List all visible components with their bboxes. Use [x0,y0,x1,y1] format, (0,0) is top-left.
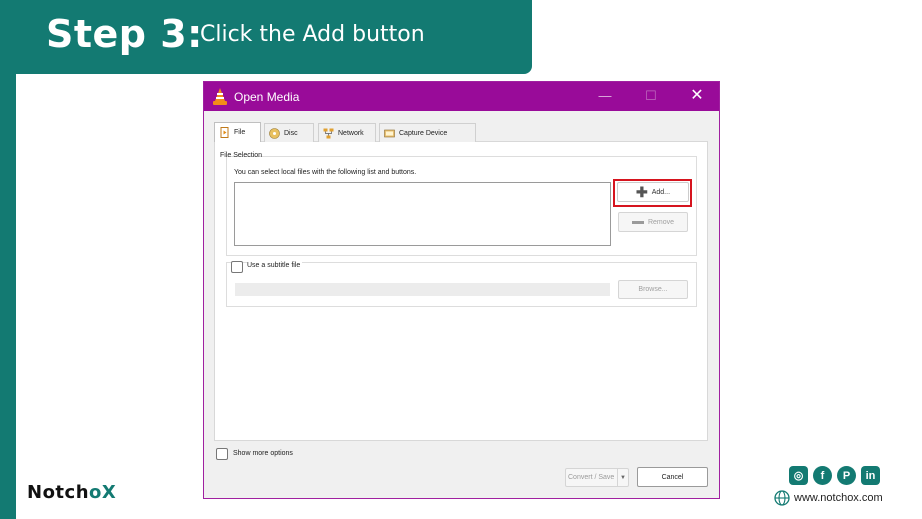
step-instruction: Click the Add button [200,22,425,47]
notchox-logo: NotchoX [27,482,116,503]
cancel-button-label: Cancel [661,473,684,481]
window-title: Open Media [234,90,300,104]
show-more-options-label: Show more options [233,450,293,457]
cancel-button[interactable]: Cancel [637,467,708,487]
step-banner: Step 3: Click the Add button [0,0,532,74]
step-number: Step 3: [46,12,203,56]
close-button[interactable]: ✕ [682,85,712,107]
facebook-icon[interactable]: f [813,466,832,485]
show-more-options-checkbox[interactable] [216,448,228,460]
file-list[interactable] [234,182,611,246]
logo-text-part1: Notch [27,482,90,503]
capture-device-icon [384,129,395,137]
tab-file-label: File [234,129,246,136]
remove-button[interactable]: Remove [618,212,688,232]
maximize-button[interactable]: ☐ [636,85,666,107]
add-button-label: Add... [651,188,671,196]
tab-file[interactable]: File [214,122,261,142]
title-bar: Open Media — ☐ ✕ [204,82,719,111]
file-selection-label: File Selection [220,152,263,159]
globe-icon [774,490,790,506]
subtitle-path-field [235,283,610,296]
open-media-dialog: Open Media — ☐ ✕ File Disc Network Captu… [203,81,720,499]
tab-disc[interactable]: Disc [264,123,314,142]
convert-save-button[interactable]: Convert / Save ▼ [565,468,629,487]
tab-capture-device-label: Capture Device [399,129,448,137]
tab-network-label: Network [338,129,364,137]
tab-network[interactable]: Network [318,123,376,142]
dropdown-arrow-icon[interactable]: ▼ [617,469,628,486]
disc-icon [269,127,280,139]
convert-save-label: Convert / Save [568,474,615,481]
logo-text-part3: X [101,482,117,503]
minimize-button[interactable]: — [590,85,620,107]
minus-icon [631,220,644,224]
subtitle-label: Use a subtitle file [247,262,303,269]
social-links: ◎ f P in [789,466,880,485]
tab-disc-label: Disc [284,129,298,137]
linkedin-icon[interactable]: in [861,466,880,485]
file-selection-description: You can select local files with the foll… [234,169,417,176]
add-button[interactable]: ✚ Add... [617,182,689,202]
website-link[interactable]: www.notchox.com [774,490,883,506]
vlc-cone-icon [213,88,227,105]
left-accent-strip [0,0,16,519]
browse-button[interactable]: Browse... [618,280,688,299]
pinterest-icon[interactable]: P [837,466,856,485]
subtitle-checkbox[interactable] [231,261,243,273]
network-icon [323,128,334,138]
logo-text-part2: o [89,482,102,503]
remove-button-label: Remove [647,218,675,226]
tab-capture-device[interactable]: Capture Device [379,123,476,142]
instagram-icon[interactable]: ◎ [789,466,808,485]
browse-button-label: Browse... [638,286,668,293]
file-icon [220,127,229,138]
plus-icon: ✚ [635,184,648,200]
website-url: www.notchox.com [794,492,883,504]
